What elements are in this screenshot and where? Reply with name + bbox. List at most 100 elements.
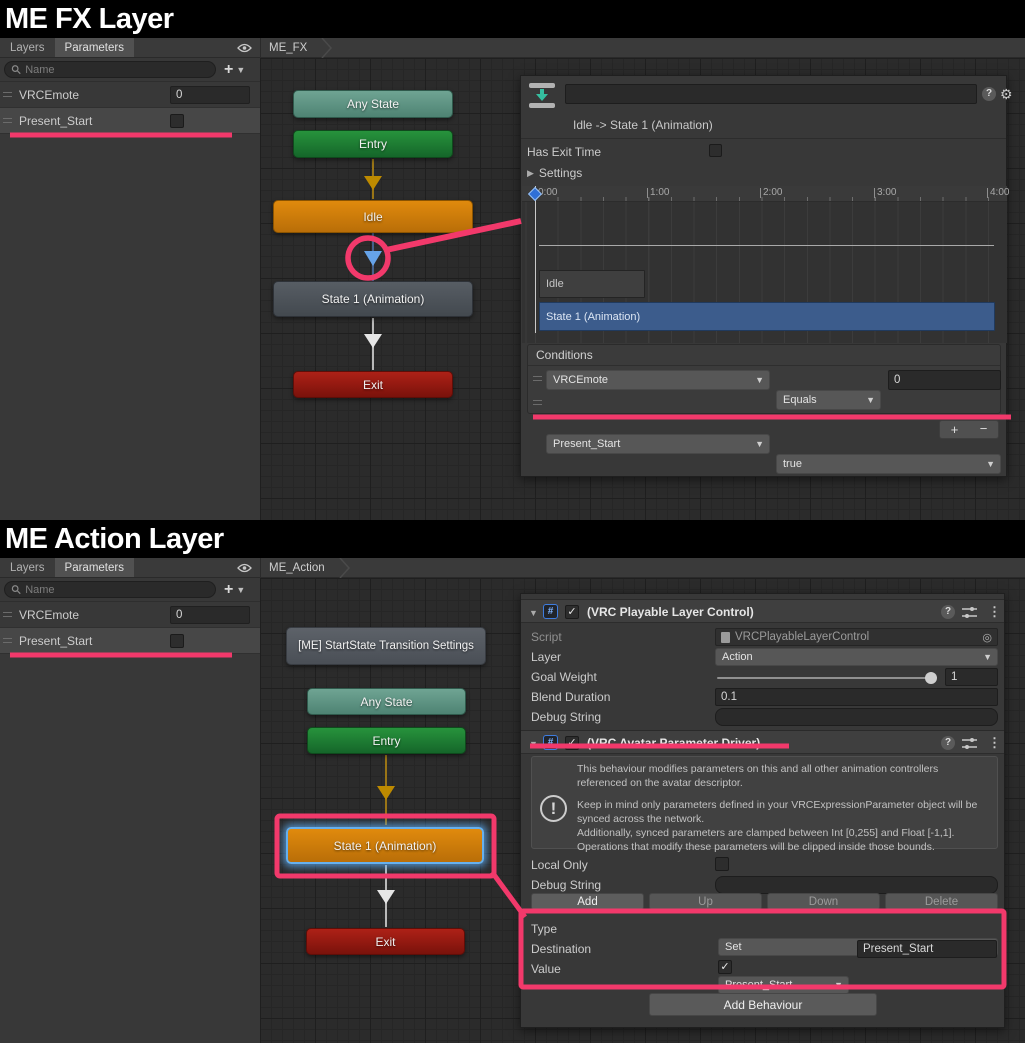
action-tab-parameters[interactable]: Parameters: [55, 558, 134, 577]
drag-handle-icon[interactable]: [533, 400, 542, 405]
destination-dropdown[interactable]: Present_Start▼: [718, 976, 849, 994]
timeline-bar-idle[interactable]: Idle: [539, 270, 645, 298]
action-search-field[interactable]: [4, 581, 216, 598]
eye-icon[interactable]: [237, 558, 252, 577]
foldout-arrow-icon[interactable]: ▼: [529, 739, 538, 749]
local-only-checkbox[interactable]: [715, 857, 729, 871]
down-button[interactable]: Down: [767, 893, 880, 910]
type-value: Set: [725, 941, 742, 953]
action-param-vrcemote-value[interactable]: [170, 606, 250, 624]
fx-transition-inspector: ? ⚙ Idle -> State 1 (Animation) Has Exit…: [520, 75, 1007, 477]
fx-node-idle[interactable]: Idle: [273, 200, 473, 233]
blend-duration-input[interactable]: [715, 688, 998, 706]
add-parameter-caret-icon[interactable]: ▼: [236, 65, 245, 75]
has-exit-time-label: Has Exit Time: [527, 145, 601, 159]
help-icon[interactable]: ?: [941, 736, 955, 750]
action-search-row: + ▼: [0, 578, 260, 602]
destination-name-input[interactable]: [857, 940, 997, 958]
add-button[interactable]: Add: [531, 893, 644, 910]
kebab-menu-icon[interactable]: ⋮: [988, 605, 1001, 618]
drag-handle-icon[interactable]: [3, 612, 12, 617]
fx-param-row-present-start[interactable]: Present_Start: [0, 108, 260, 134]
fx-node-state1[interactable]: State 1 (Animation): [273, 281, 473, 317]
condition2-parameter-dropdown[interactable]: Present_Start▼: [546, 434, 770, 454]
up-button[interactable]: Up: [649, 893, 762, 910]
drag-handle-icon[interactable]: [3, 118, 12, 123]
fx-search-input[interactable]: [25, 64, 209, 76]
playable-layer-control-header[interactable]: ▼ # ✓ (VRC Playable Layer Control) ? ⋮: [521, 599, 1004, 623]
fx-node-exit[interactable]: Exit: [293, 371, 453, 398]
remove-condition-button[interactable]: −: [969, 421, 998, 438]
transition-duration-line[interactable]: [539, 245, 994, 246]
goal-weight-input[interactable]: [945, 668, 998, 686]
fx-param-row-vrcemote[interactable]: VRCEmote: [0, 82, 260, 108]
breadcrumb-chevron-icon: [339, 558, 351, 578]
condition1-operator-dropdown[interactable]: Equals▼: [776, 390, 881, 410]
kebab-menu-icon[interactable]: ⋮: [988, 736, 1001, 749]
layer-value: Action: [722, 651, 753, 663]
help-icon[interactable]: ?: [941, 605, 955, 619]
value-checkbox[interactable]: ✓: [718, 960, 732, 974]
goal-weight-slider-track[interactable]: [717, 677, 932, 679]
eye-icon[interactable]: [237, 38, 252, 57]
fx-node-entry[interactable]: Entry: [293, 130, 453, 158]
timeline-ruler[interactable]: 0:00 1:00 2:00 3:00 4:00: [522, 186, 1007, 202]
add-parameter-button[interactable]: +: [224, 62, 233, 78]
drag-handle-icon[interactable]: [3, 92, 12, 97]
settings-foldout[interactable]: ▶ Settings: [527, 166, 582, 180]
add-parameter-button[interactable]: +: [224, 582, 233, 598]
avatar-parameter-driver-header[interactable]: ▼ # ✓ (VRC Avatar Parameter Driver) ? ⋮: [521, 730, 1004, 754]
presets-icon[interactable]: [962, 606, 977, 619]
type-label: Type: [531, 922, 557, 936]
action-node-exit[interactable]: Exit: [306, 928, 465, 955]
action-breadcrumb[interactable]: ME_Action: [261, 562, 325, 574]
transition-timeline[interactable]: 0:00 1:00 2:00 3:00 4:00 Idle State 1 (A…: [522, 186, 1007, 333]
action-search-input[interactable]: [25, 584, 209, 596]
gear-icon[interactable]: ⚙: [1000, 87, 1013, 101]
condition1-parameter-dropdown[interactable]: VRCEmote▼: [546, 370, 770, 390]
has-exit-time-checkbox[interactable]: [709, 144, 722, 157]
add-parameter-caret-icon[interactable]: ▼: [236, 585, 245, 595]
foldout-arrow-icon[interactable]: ▼: [529, 608, 538, 618]
action-param-present-start-checkbox[interactable]: [170, 634, 184, 648]
script-object-field[interactable]: VRCPlayableLayerControl ◎: [715, 628, 998, 646]
fx-left-tabbar: Layers Parameters: [0, 38, 260, 58]
local-only-label: Local Only: [531, 858, 588, 872]
fx-param-present-start-checkbox[interactable]: [170, 114, 184, 128]
drag-handle-icon[interactable]: [3, 638, 12, 643]
fx-node-any-state[interactable]: Any State: [293, 90, 453, 118]
delete-button[interactable]: Delete: [885, 893, 998, 910]
transition-name-input[interactable]: [565, 84, 977, 104]
action-node-any-state[interactable]: Any State: [307, 688, 466, 715]
timeline-body[interactable]: Idle State 1 (Animation): [522, 202, 1007, 343]
action-node-entry[interactable]: Entry: [307, 727, 466, 754]
timeline-playhead[interactable]: [535, 186, 536, 333]
driver-debug-string-input[interactable]: [715, 876, 998, 894]
add-condition-button[interactable]: +: [940, 421, 969, 438]
fx-breadcrumb[interactable]: ME_FX: [261, 42, 307, 54]
action-node-comment[interactable]: [ME] StartState Transition Settings: [286, 627, 486, 665]
fx-tab-layers[interactable]: Layers: [0, 38, 55, 57]
action-tab-layers[interactable]: Layers: [0, 558, 55, 577]
goal-weight-slider-handle[interactable]: [925, 672, 937, 684]
playable-debug-string-input[interactable]: [715, 708, 998, 726]
action-param-row-vrcemote[interactable]: VRCEmote: [0, 602, 260, 628]
playable-enabled-checkbox[interactable]: ✓: [565, 605, 579, 619]
layer-dropdown[interactable]: Action▼: [715, 648, 998, 666]
add-behaviour-button[interactable]: Add Behaviour: [649, 993, 877, 1016]
action-param-row-present-start[interactable]: Present_Start: [0, 628, 260, 654]
presets-icon[interactable]: [962, 737, 977, 750]
driver-enabled-checkbox[interactable]: ✓: [565, 736, 579, 750]
transition-title: Idle -> State 1 (Animation): [573, 118, 713, 132]
condition2-operator-dropdown[interactable]: true▼: [776, 454, 1001, 474]
drag-handle-icon[interactable]: [533, 376, 542, 381]
action-node-state1[interactable]: State 1 (Animation): [286, 827, 484, 864]
timeline-bar-state1[interactable]: State 1 (Animation): [539, 302, 995, 331]
help-icon[interactable]: ?: [982, 87, 996, 101]
condition1-value-input[interactable]: [888, 370, 1001, 390]
action-breadcrumb-bar: ME_Action: [260, 558, 1025, 578]
fx-search-field[interactable]: [4, 61, 216, 78]
object-picker-icon[interactable]: ◎: [982, 631, 992, 644]
fx-tab-parameters[interactable]: Parameters: [55, 38, 134, 57]
fx-param-vrcemote-value[interactable]: [170, 86, 250, 104]
